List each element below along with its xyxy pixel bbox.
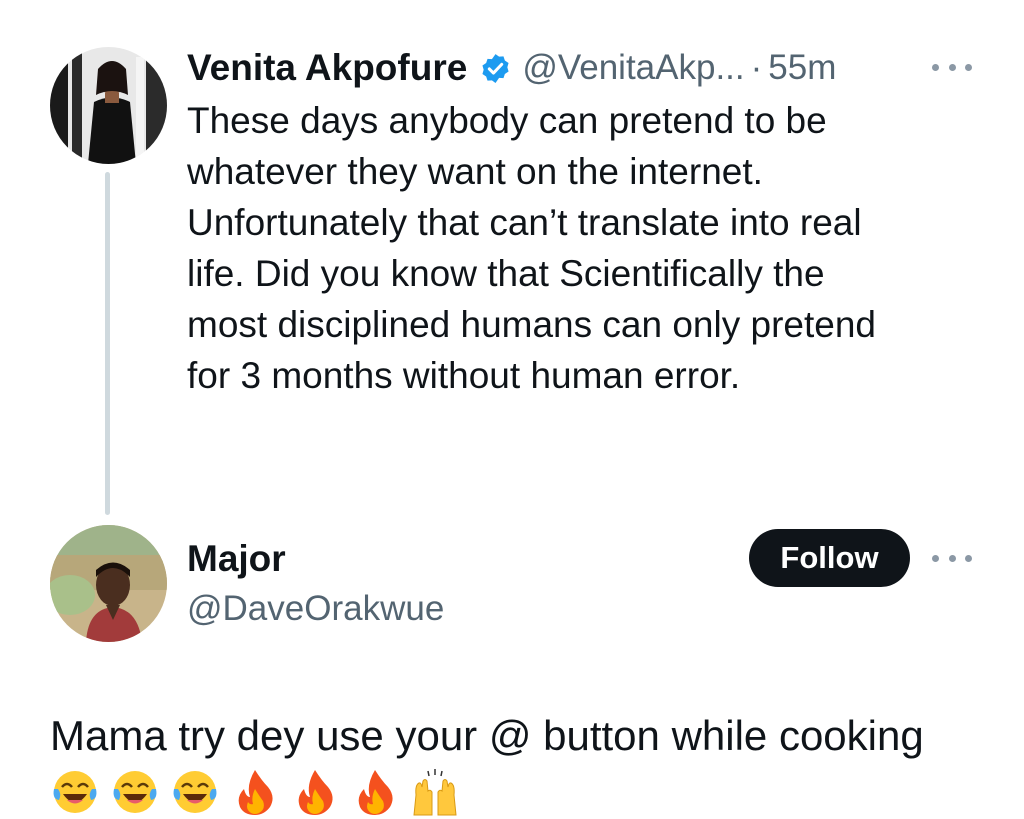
reply-author-display-name[interactable]: Major — [187, 535, 286, 583]
tweet-text: These days anybody can pretend to be wha… — [187, 100, 876, 396]
reply-author-avatar[interactable] — [50, 525, 167, 642]
face-with-tears-of-joy-icon — [113, 771, 157, 813]
reply-author-handle[interactable]: @DaveOrakwue — [187, 586, 444, 632]
author-handle[interactable]: @VenitaAkp... — [522, 48, 744, 88]
fire-icon — [298, 770, 333, 815]
reply-avatar-image — [50, 525, 167, 642]
comment-text: Mama try dey use your @ button while coo… — [50, 712, 924, 759]
tweet-header: Venita Akpofure @VenitaAkp... · 55m — [187, 44, 836, 92]
author-avatar[interactable] — [50, 47, 167, 164]
fire-icon — [358, 770, 393, 815]
more-options-icon[interactable] — [932, 61, 972, 73]
thread-connector-line — [105, 172, 110, 515]
face-with-tears-of-joy-icon — [53, 771, 97, 813]
author-display-name[interactable]: Venita Akpofure — [187, 47, 467, 89]
raising-hands-icon — [413, 769, 457, 816]
header-separator: · — [750, 48, 763, 87]
reply-more-options-icon[interactable] — [932, 552, 972, 564]
fire-icon — [238, 770, 273, 815]
face-with-tears-of-joy-icon — [173, 771, 217, 813]
tweet-timestamp[interactable]: 55m — [768, 48, 836, 88]
verified-badge-icon — [479, 52, 512, 85]
comment-emoji-row — [50, 766, 470, 818]
author-avatar-image — [50, 47, 167, 164]
follow-button[interactable]: Follow — [749, 529, 910, 587]
